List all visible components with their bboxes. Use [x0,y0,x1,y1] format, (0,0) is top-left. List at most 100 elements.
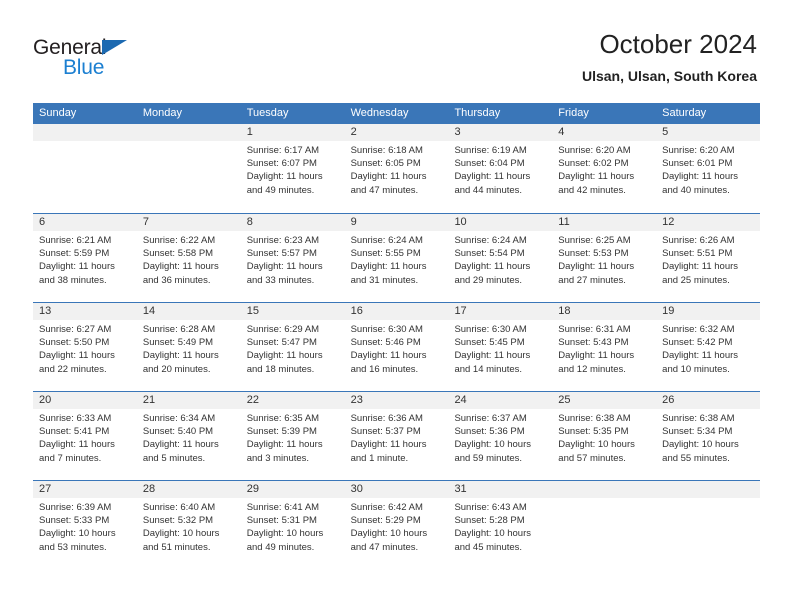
sunrise-time: Sunrise: 6:33 AM [39,413,112,424]
calendar-day-cell[interactable]: 17 Sunrise: 6:30 AM Sunset: 5:45 PM Dayligh… [448,303,553,391]
calendar-day-cell[interactable]: 23 Sunrise: 6:36 AM Sunset: 5:37 PM Dayligh… [344,392,449,480]
calendar-day-cell[interactable]: 2 Sunrise: 6:18 AM Sunset: 6:05 PM Daylight… [344,124,449,213]
weekday-header-wednesday: Wednesday [350,107,409,119]
day-number: 1 [240,124,345,141]
calendar-day-cell[interactable]: 28 Sunrise: 6:40 AM Sunset: 5:32 PM Dayligh… [136,481,241,569]
calendar-day-cell[interactable]: 1 Sunrise: 6:17 AM Sunset: 6:07 PM Daylight… [240,124,345,213]
daylight-duration-line1: Daylight: 11 hours [246,350,323,362]
daylight-duration-line2: and 47 minutes. [350,541,419,553]
daylight-duration-line2: and 31 minutes. [350,274,419,286]
day-number: 30 [344,481,449,498]
sunset-time: Sunset: 5:39 PM [246,426,317,438]
sunset-time: Sunset: 6:01 PM [662,158,733,170]
calendar-day-cell[interactable]: 14 Sunrise: 6:28 AM Sunset: 5:49 PM Dayligh… [136,303,241,391]
calendar-day-cell[interactable]: 24 Sunrise: 6:37 AM Sunset: 5:36 PM Dayligh… [448,392,553,480]
daylight-duration-line2: and 22 minutes. [39,363,107,375]
daylight-duration-line2: and 38 minutes. [39,274,107,286]
day-number: 4 [552,124,657,141]
sunrise-time: Sunrise: 6:43 AM [454,502,527,513]
calendar-day-cell[interactable]: 12 Sunrise: 6:26 AM Sunset: 5:51 PM Dayligh… [656,214,761,302]
calendar-day-cell[interactable]: 3 Sunrise: 6:19 AM Sunset: 6:04 PM Daylight… [448,124,553,213]
sunset-time: Sunset: 6:07 PM [246,158,317,170]
calendar-day-cell[interactable]: 10 Sunrise: 6:24 AM Sunset: 5:54 PM Dayligh… [448,214,553,302]
daylight-duration-line2: and 10 minutes. [662,363,730,375]
day-number: 22 [240,392,345,409]
daylight-duration-line1: Daylight: 10 hours [39,528,116,540]
daylight-duration-line1: Daylight: 11 hours [454,261,531,273]
calendar-day-cell[interactable]: 25 Sunrise: 6:38 AM Sunset: 5:35 PM Dayligh… [552,392,657,480]
calendar-day-cell[interactable]: 6 Sunrise: 6:21 AM Sunset: 5:59 PM Daylight… [33,214,137,302]
sunset-time: Sunset: 5:40 PM [142,426,214,438]
calendar-day-cell[interactable]: 30 Sunrise: 6:42 AM Sunset: 5:29 PM Dayligh… [344,481,449,569]
daylight-duration-line2: and 1 minute. [350,452,409,464]
weekday-header-saturday: Saturday [662,107,707,119]
calendar-day-cell[interactable]: 9 Sunrise: 6:24 AM Sunset: 5:55 PM Daylight… [344,214,449,302]
day-sun-info: Sunrise: 6:20 AM Sunset: 6:02 PM Daylight:… [552,141,656,197]
generalblue-logo[interactable]: General Blue [33,37,183,85]
sunrise-time: Sunrise: 6:30 AM [454,324,527,335]
daylight-duration-line2: and 3 minutes. [246,452,310,464]
day-number [33,124,137,141]
sunrise-time: Sunrise: 6:39 AM [39,502,112,513]
day-sun-info: Sunrise: 6:42 AM Sunset: 5:29 PM Daylight:… [345,498,449,554]
day-sun-info: Sunrise: 6:19 AM Sunset: 6:04 PM Daylight:… [448,141,552,197]
sunrise-time: Sunrise: 6:18 AM [350,145,423,156]
day-number: 28 [136,481,241,498]
daylight-duration-line2: and 51 minutes. [142,541,211,553]
day-number: 23 [344,392,449,409]
daylight-duration-line2: and 49 minutes. [246,184,315,196]
sunrise-time: Sunrise: 6:38 AM [558,413,631,424]
calendar-day-cell-empty [552,481,657,569]
sunset-time: Sunset: 6:02 PM [558,158,629,170]
day-number: 14 [136,303,241,320]
day-sun-info: Sunrise: 6:29 AM Sunset: 5:47 PM Daylight:… [241,320,345,376]
calendar-day-cell[interactable]: 20 Sunrise: 6:33 AM Sunset: 5:41 PM Dayligh… [33,392,137,480]
calendar-day-cell[interactable]: 16 Sunrise: 6:30 AM Sunset: 5:46 PM Dayligh… [344,303,449,391]
day-sun-info: Sunrise: 6:41 AM Sunset: 5:31 PM Daylight:… [241,498,345,554]
title-block: October 2024 Ulsan, Ulsan, South Korea [582,28,757,86]
calendar-day-cell[interactable]: 27 Sunrise: 6:39 AM Sunset: 5:33 PM Dayligh… [33,481,137,569]
calendar-day-cell[interactable]: 15 Sunrise: 6:29 AM Sunset: 5:47 PM Dayligh… [240,303,345,391]
calendar-day-cell[interactable]: 21 Sunrise: 6:34 AM Sunset: 5:40 PM Dayligh… [136,392,241,480]
calendar-day-cell[interactable]: 22 Sunrise: 6:35 AM Sunset: 5:39 PM Dayligh… [240,392,345,480]
calendar-day-cell[interactable]: 13 Sunrise: 6:27 AM Sunset: 5:50 PM Dayligh… [33,303,137,391]
daylight-duration-line1: Daylight: 11 hours [454,350,531,362]
sunrise-time: Sunrise: 6:42 AM [350,502,423,513]
day-number: 25 [552,392,657,409]
daylight-duration-line1: Daylight: 11 hours [662,261,739,273]
daylight-duration-line1: Daylight: 10 hours [454,439,532,451]
day-sun-info: Sunrise: 6:30 AM Sunset: 5:45 PM Daylight:… [448,320,552,376]
day-sun-info: Sunrise: 6:28 AM Sunset: 5:49 PM Daylight:… [137,320,241,376]
day-number: 5 [656,124,761,141]
calendar-day-cell[interactable]: 4 Sunrise: 6:20 AM Sunset: 6:02 PM Daylight… [552,124,657,213]
daylight-duration-line1: Daylight: 11 hours [39,350,115,362]
day-number: 15 [240,303,345,320]
sunrise-time: Sunrise: 6:20 AM [558,145,631,156]
day-sun-info: Sunrise: 6:26 AM Sunset: 5:51 PM Daylight:… [656,231,760,287]
daylight-duration-line2: and 36 minutes. [142,274,211,286]
day-sun-info: Sunrise: 6:21 AM Sunset: 5:59 PM Daylight:… [33,231,137,287]
day-sun-info: Sunrise: 6:37 AM Sunset: 5:36 PM Daylight:… [448,409,552,465]
sunrise-time: Sunrise: 6:20 AM [662,145,735,156]
daylight-duration-line2: and 18 minutes. [246,363,315,375]
daylight-duration-line1: Daylight: 10 hours [142,528,220,540]
sunrise-time: Sunrise: 6:17 AM [246,145,320,156]
sunset-time: Sunset: 5:45 PM [454,337,525,349]
calendar-day-cell[interactable]: 8 Sunrise: 6:23 AM Sunset: 5:57 PM Daylight… [240,214,345,302]
daylight-duration-line1: Daylight: 10 hours [454,528,532,540]
day-sun-info: Sunrise: 6:22 AM Sunset: 5:58 PM Daylight:… [137,231,241,287]
weekday-header-row: Sunday Monday Tuesday Wednesday Thursday Frid… [33,103,760,124]
calendar-day-cell[interactable]: 18 Sunrise: 6:31 AM Sunset: 5:43 PM Dayligh… [552,303,657,391]
calendar-day-cell[interactable]: 29 Sunrise: 6:41 AM Sunset: 5:31 PM Dayligh… [240,481,345,569]
calendar-day-cell[interactable]: 31 Sunrise: 6:43 AM Sunset: 5:28 PM Dayligh… [448,481,553,569]
calendar-day-cell[interactable]: 26 Sunrise: 6:38 AM Sunset: 5:34 PM Dayligh… [656,392,761,480]
day-number: 6 [33,214,137,231]
calendar-day-cell-empty [136,124,241,213]
day-sun-info: Sunrise: 6:20 AM Sunset: 6:01 PM Daylight:… [656,141,760,197]
calendar-day-cell[interactable]: 5 Sunrise: 6:20 AM Sunset: 6:01 PM Daylight… [656,124,761,213]
calendar-day-cell[interactable]: 7 Sunrise: 6:22 AM Sunset: 5:58 PM Daylight… [136,214,241,302]
calendar-day-cell[interactable]: 19 Sunrise: 6:32 AM Sunset: 5:42 PM Dayligh… [656,303,761,391]
calendar-day-cell[interactable]: 11 Sunrise: 6:25 AM Sunset: 5:53 PM Dayligh… [552,214,657,302]
sunset-time: Sunset: 5:41 PM [39,426,110,438]
sunrise-time: Sunrise: 6:34 AM [142,413,216,424]
